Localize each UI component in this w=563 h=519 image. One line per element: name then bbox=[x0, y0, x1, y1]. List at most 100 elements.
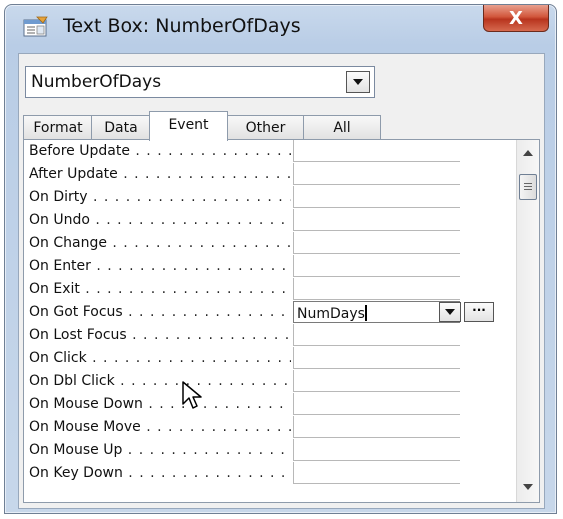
property-label: On Click . . . . . . . . . . . . . . . .… bbox=[29, 350, 291, 368]
property-panel: NumberOfDays Format Data Event Other All bbox=[18, 53, 545, 509]
tab-data[interactable]: Data bbox=[91, 115, 151, 140]
property-label-text: On Undo bbox=[29, 212, 90, 228]
mouse-pointer-icon bbox=[182, 381, 202, 409]
build-button[interactable]: ··· bbox=[464, 302, 494, 322]
tab-event[interactable]: Event bbox=[149, 111, 228, 141]
leader-dots: . . . . . . . . . . . . . . . . . . . . … bbox=[96, 258, 291, 274]
property-value-field[interactable] bbox=[293, 347, 460, 369]
leader-dots: . . . . . . . . . . . . . . . . . . . . … bbox=[112, 235, 291, 251]
title-bar[interactable]: Text Box: NumberOfDays X bbox=[5, 5, 556, 49]
property-label: On Mouse Down . . . . . . . . . . . . . … bbox=[29, 396, 291, 414]
selector-dropdown-button[interactable] bbox=[346, 71, 370, 93]
property-value-field[interactable] bbox=[293, 163, 460, 185]
tab-other[interactable]: Other bbox=[226, 115, 305, 140]
scroll-thumb[interactable] bbox=[519, 174, 537, 200]
property-label: On Mouse Move . . . . . . . . . . . . . … bbox=[29, 419, 291, 437]
close-button[interactable]: X bbox=[483, 5, 549, 32]
text-caret bbox=[364, 305, 367, 321]
tab-format[interactable]: Format bbox=[23, 115, 93, 140]
property-label-text: On Mouse Down bbox=[29, 396, 143, 412]
property-row: After Update . . . . . . . . . . . . . .… bbox=[24, 163, 484, 186]
property-value-field[interactable] bbox=[293, 232, 460, 254]
leader-dots: . . . . . . . . . . . . . . . . . . . . … bbox=[128, 304, 291, 320]
property-label: On Enter . . . . . . . . . . . . . . . .… bbox=[29, 258, 291, 276]
property-label: On Got Focus . . . . . . . . . . . . . .… bbox=[29, 304, 291, 322]
property-label: On Lost Focus . . . . . . . . . . . . . … bbox=[29, 327, 291, 345]
close-icon: X bbox=[509, 7, 523, 29]
leader-dots: . . . . . . . . . . . . . . . . . . . . … bbox=[135, 143, 291, 159]
vertical-scrollbar[interactable] bbox=[516, 140, 539, 502]
property-value-field[interactable] bbox=[293, 140, 460, 162]
property-label-text: On Dbl Click bbox=[29, 373, 115, 389]
leader-dots: . . . . . . . . . . . . . . . . . . . . … bbox=[132, 327, 291, 343]
property-value-field[interactable] bbox=[293, 439, 460, 461]
property-value-field[interactable] bbox=[293, 255, 460, 277]
property-label-text: On Exit bbox=[29, 281, 80, 297]
leader-dots: . . . . . . . . . . . . . . . . . . . . … bbox=[123, 166, 291, 182]
property-label: On Dirty . . . . . . . . . . . . . . . .… bbox=[29, 189, 291, 207]
property-label: On Mouse Up . . . . . . . . . . . . . . … bbox=[29, 442, 291, 460]
property-value-field[interactable] bbox=[293, 462, 460, 484]
leader-dots: . . . . . . . . . . . . . . . . . . . . … bbox=[92, 350, 291, 366]
property-label-text: On Enter bbox=[29, 258, 91, 274]
property-value-field[interactable]: NumDays bbox=[293, 301, 460, 323]
property-label-text: On Mouse Up bbox=[29, 442, 123, 458]
property-label: After Update . . . . . . . . . . . . . .… bbox=[29, 166, 291, 184]
property-value-field[interactable] bbox=[293, 186, 460, 208]
property-label-text: On Dirty bbox=[29, 189, 88, 205]
object-selector-value: NumberOfDays bbox=[31, 72, 162, 92]
leader-dots: . . . . . . . . . . . . . . . . . . . . … bbox=[146, 419, 291, 435]
property-value-field[interactable] bbox=[293, 324, 460, 346]
property-sheet-window: Text Box: NumberOfDays X NumberOfDays Fo… bbox=[4, 4, 557, 514]
property-value-field[interactable] bbox=[293, 393, 460, 415]
property-label-text: On Click bbox=[29, 350, 87, 366]
property-value-text: NumDays bbox=[297, 306, 365, 322]
leader-dots: . . . . . . . . . . . . . . . . . . . . … bbox=[127, 442, 291, 458]
property-value-field[interactable] bbox=[293, 278, 460, 300]
leader-dots: . . . . . . . . . . . . . . . . . . . . … bbox=[148, 396, 291, 412]
property-row: On Click . . . . . . . . . . . . . . . .… bbox=[24, 347, 484, 370]
property-label: On Key Down . . . . . . . . . . . . . . … bbox=[29, 465, 291, 483]
property-row: On Key Down . . . . . . . . . . . . . . … bbox=[24, 462, 484, 485]
property-row: On Dirty . . . . . . . . . . . . . . . .… bbox=[24, 186, 484, 209]
property-label-text: On Mouse Move bbox=[29, 419, 141, 435]
property-label: On Change . . . . . . . . . . . . . . . … bbox=[29, 235, 291, 253]
scroll-down-arrow-icon[interactable] bbox=[523, 484, 533, 490]
property-row: On Exit . . . . . . . . . . . . . . . . … bbox=[24, 278, 484, 301]
property-label-text: On Lost Focus bbox=[29, 327, 127, 343]
leader-dots: . . . . . . . . . . . . . . . . . . . . … bbox=[85, 281, 291, 297]
property-row: On Change . . . . . . . . . . . . . . . … bbox=[24, 232, 484, 255]
property-row: Before Update . . . . . . . . . . . . . … bbox=[24, 140, 484, 163]
scroll-up-arrow-icon[interactable] bbox=[523, 150, 533, 156]
property-label: On Dbl Click . . . . . . . . . . . . . .… bbox=[29, 373, 291, 391]
property-row: On Mouse Move . . . . . . . . . . . . . … bbox=[24, 416, 484, 439]
property-list: Before Update . . . . . . . . . . . . . … bbox=[23, 139, 540, 503]
property-label: On Exit . . . . . . . . . . . . . . . . … bbox=[29, 281, 291, 299]
property-value-field[interactable] bbox=[293, 416, 460, 438]
leader-dots: . . . . . . . . . . . . . . . . . . . . … bbox=[95, 212, 291, 228]
property-row: On Enter . . . . . . . . . . . . . . . .… bbox=[24, 255, 484, 278]
property-label-text: On Change bbox=[29, 235, 107, 251]
property-row: On Mouse Up . . . . . . . . . . . . . . … bbox=[24, 439, 484, 462]
property-value-field[interactable] bbox=[293, 370, 460, 392]
object-selector-dropdown[interactable]: NumberOfDays bbox=[25, 66, 375, 98]
property-row: On Dbl Click . . . . . . . . . . . . . .… bbox=[24, 370, 484, 393]
property-value-field[interactable] bbox=[293, 209, 460, 231]
property-label: On Undo . . . . . . . . . . . . . . . . … bbox=[29, 212, 291, 230]
leader-dots: . . . . . . . . . . . . . . . . . . . . … bbox=[92, 189, 291, 205]
property-label-text: After Update bbox=[29, 166, 118, 182]
value-dropdown-button[interactable] bbox=[439, 302, 461, 322]
property-label: Before Update . . . . . . . . . . . . . … bbox=[29, 143, 291, 161]
property-row: On Lost Focus . . . . . . . . . . . . . … bbox=[24, 324, 484, 347]
property-row: On Got Focus . . . . . . . . . . . . . .… bbox=[24, 301, 494, 324]
property-label-text: On Got Focus bbox=[29, 304, 123, 320]
property-row: On Undo . . . . . . . . . . . . . . . . … bbox=[24, 209, 484, 232]
property-tabs: Format Data Event Other All bbox=[23, 111, 443, 141]
leader-dots: . . . . . . . . . . . . . . . . . . . . … bbox=[128, 465, 291, 481]
tab-all[interactable]: All bbox=[303, 115, 381, 140]
chevron-down-icon bbox=[445, 309, 455, 315]
property-label-text: Before Update bbox=[29, 143, 130, 159]
property-label-text: On Key Down bbox=[29, 465, 123, 481]
window-title: Text Box: NumberOfDays bbox=[63, 15, 301, 37]
property-sheet-icon bbox=[23, 16, 48, 37]
